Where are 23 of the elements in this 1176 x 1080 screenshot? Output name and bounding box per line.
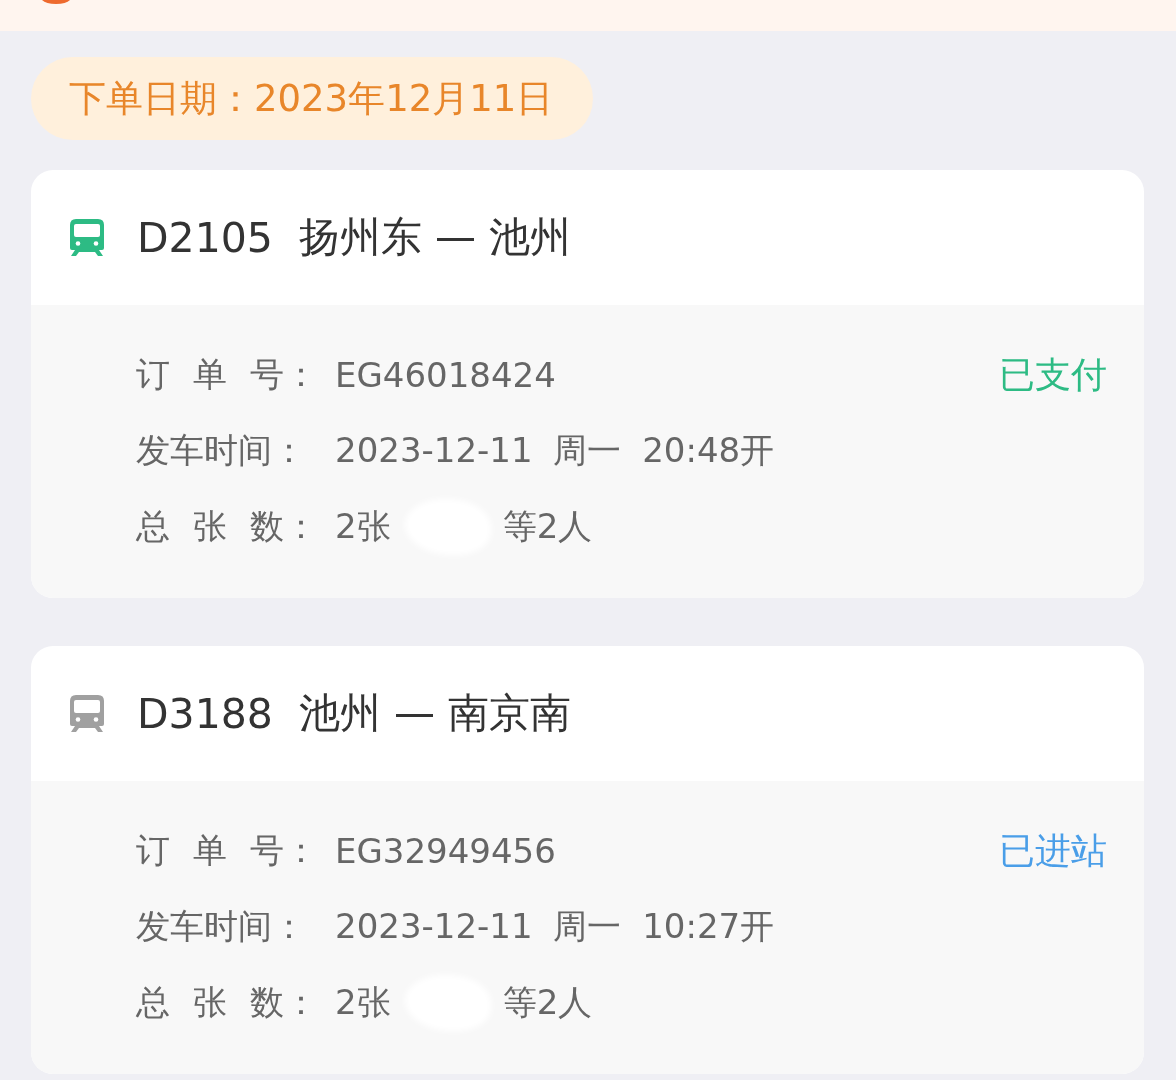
- status-text: 已进站: [999, 828, 1107, 873]
- field-label: 订 单 号：: [136, 353, 319, 396]
- order-date-pill: 下单日期：2023年12月11日: [31, 57, 594, 140]
- field-label: 总 张 数：: [136, 981, 319, 1024]
- order-card[interactable]: D2105 扬州东 — 池州 订 单 号： EG46018424 发车时间： 2023-12-11 周一 20:48开 总 张 数： 2张 等2人 已支付: [31, 170, 1144, 598]
- field-value: 2张: [335, 505, 391, 548]
- field-label: 总 张 数：: [136, 505, 319, 548]
- passenger-note: 等2人: [502, 505, 593, 548]
- passenger-note: 等2人: [502, 981, 593, 1024]
- route-text: 扬州东 — 池州: [298, 212, 571, 263]
- train-number: D3188: [137, 689, 273, 738]
- field-value: EG46018424: [335, 355, 556, 395]
- field-value: 2张: [335, 981, 391, 1024]
- field-value: EG32949456: [335, 831, 556, 871]
- field-label: 发车时间：: [136, 429, 307, 472]
- order-card[interactable]: D3188 池州 — 南京南 订 单 号： EG32949456 发车时间： 2023-12-11 周一 10:27开 总 张 数： 2张 等2人 已进站: [31, 646, 1144, 1074]
- field-value: 2023-12-11 周一 20:48开: [335, 429, 775, 472]
- status-text: 已支付: [999, 352, 1107, 397]
- train-number: D2105: [137, 213, 273, 262]
- route-text: 池州 — 南京南: [298, 688, 571, 739]
- field-label: 发车时间：: [136, 905, 307, 948]
- field-label: 订 单 号：: [136, 829, 319, 872]
- field-value: 2023-12-11 周一 10:27开: [335, 905, 775, 948]
